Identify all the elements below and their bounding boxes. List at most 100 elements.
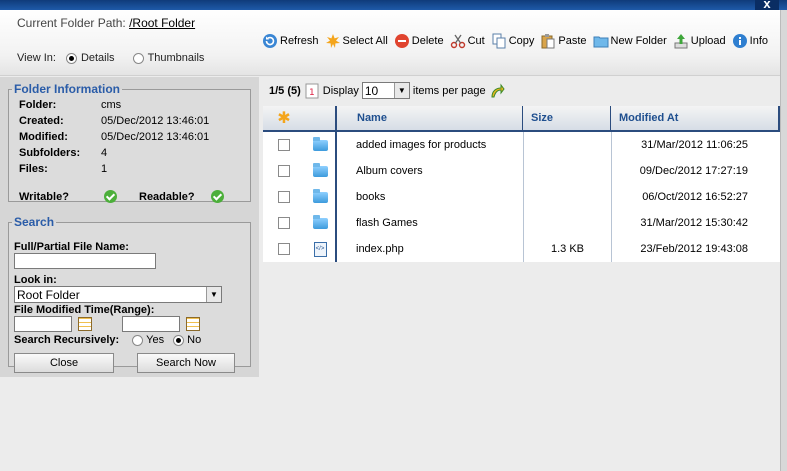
readable-label: Readable? [139, 190, 195, 203]
refresh-button[interactable]: Refresh [262, 33, 319, 49]
writable-label: Writable? [19, 190, 69, 203]
name-column-header[interactable]: Name [335, 106, 523, 130]
scissors-icon [450, 33, 466, 49]
row-checkbox[interactable] [278, 139, 290, 151]
grid-header: ✱ Name Size Modified At [263, 106, 780, 132]
view-details-label[interactable]: Details [81, 52, 115, 64]
window-right-border [780, 10, 787, 471]
info-key: Created: [19, 114, 64, 127]
path-link[interactable]: /Root Folder [129, 16, 195, 30]
first-page-icon[interactable]: 1 [304, 83, 320, 99]
row-size [523, 132, 611, 158]
info-key: Modified: [19, 130, 68, 143]
search-now-button[interactable]: Search Now [137, 353, 235, 373]
page-count: 1/5 (5) [269, 84, 301, 97]
delete-icon [394, 33, 410, 49]
info-key: Subfolders: [19, 146, 81, 159]
chevron-down-icon: ▼ [393, 83, 409, 98]
per-page-value: 10 [364, 83, 379, 98]
select-all-star-icon[interactable]: ✱ [277, 108, 290, 128]
modified-from-input[interactable] [14, 316, 72, 332]
info-value: 1 [101, 162, 108, 175]
row-size [523, 210, 611, 236]
folder-icon [312, 162, 328, 177]
row-modified: 31/Mar/2012 15:30:42 [611, 210, 780, 236]
window-title-bar: x [0, 0, 787, 11]
current-folder-path: Current Folder Path: /Root Folder [17, 16, 195, 30]
row-checkbox[interactable] [278, 243, 290, 255]
calendar-icon[interactable] [186, 317, 200, 331]
row-modified: 09/Dec/2012 17:27:19 [611, 158, 780, 184]
row-checkbox[interactable] [278, 165, 290, 177]
upload-icon [673, 33, 689, 49]
paste-button[interactable]: Paste [540, 33, 587, 49]
row-name[interactable]: added images for products [335, 132, 523, 158]
permissions-row: Writable? Readable? [19, 190, 239, 203]
row-modified: 23/Feb/2012 19:43:08 [611, 236, 780, 262]
display-label: Display [322, 84, 359, 97]
size-column-header[interactable]: Size [523, 106, 611, 130]
row-name[interactable]: flash Games [335, 210, 523, 236]
row-modified: 06/Oct/2012 16:52:27 [611, 184, 780, 210]
left-panel: Folder Information Folder: cms Created: 05… [0, 77, 259, 377]
info-button[interactable]: Info [732, 33, 768, 49]
table-row[interactable]: added images for products 31/Mar/2012 11… [263, 132, 780, 158]
row-size [523, 158, 611, 184]
modified-range-label: File Modified Time(Range): [14, 304, 155, 316]
view-in-label: View In: [17, 52, 56, 64]
table-row[interactable]: Album covers 09/Dec/2012 17:27:19 [263, 158, 780, 184]
view-thumbnails-label[interactable]: Thumbnails [148, 52, 205, 64]
look-in-label: Look in: [14, 274, 57, 286]
row-name[interactable]: books [335, 184, 523, 210]
row-checkbox[interactable] [278, 191, 290, 203]
info-value: 05/Dec/2012 13:46:01 [101, 114, 210, 127]
view-details-radio[interactable] [65, 52, 77, 64]
select-all-column[interactable]: ✱ [263, 106, 305, 130]
chevron-down-icon: ▼ [206, 287, 221, 302]
modified-to-input[interactable] [122, 316, 180, 332]
apply-arrow-icon[interactable] [489, 83, 505, 99]
info-key: Folder: [19, 98, 57, 111]
table-row[interactable]: </> index.php 1.3 KB 23/Feb/2012 19:43:0… [263, 236, 780, 262]
copy-icon [491, 33, 507, 49]
table-row[interactable]: books 06/Oct/2012 16:52:27 [263, 184, 780, 210]
info-value: 4 [101, 146, 108, 159]
recursive-yes-radio[interactable] [132, 334, 144, 346]
per-page-select[interactable]: 10 ▼ [361, 82, 410, 99]
modified-column-header[interactable]: Modified At [611, 106, 780, 130]
search-box: Search Full/Partial File Name: Look in: … [8, 215, 251, 373]
filename-label: Full/Partial File Name: [14, 241, 129, 253]
view-in-selector: View In: Details Thumbnails [17, 52, 204, 64]
close-button[interactable]: Close [14, 353, 114, 373]
recursive-yes-label[interactable]: Yes [146, 334, 164, 346]
pager: 1/5 (5) 1 Display 10 ▼ items per page [269, 82, 505, 99]
row-checkbox[interactable] [278, 217, 290, 229]
filename-input[interactable] [14, 253, 156, 269]
readable-check-icon [211, 190, 224, 203]
info-icon [732, 33, 748, 49]
paste-icon [540, 33, 556, 49]
folder-information-legend: Folder Information [14, 82, 120, 96]
info-value: 05/Dec/2012 13:46:01 [101, 130, 210, 143]
folder-icon [312, 214, 328, 229]
recursive-no-radio[interactable] [173, 334, 185, 346]
recursive-row: Search Recursively: Yes No [14, 334, 249, 346]
recursive-label: Search Recursively: [14, 334, 120, 346]
delete-button[interactable]: Delete [394, 33, 444, 49]
select-all-button[interactable]: Select All [325, 33, 388, 49]
new-folder-button[interactable]: New Folder [593, 33, 667, 49]
row-name[interactable]: Album covers [335, 158, 523, 184]
view-thumbnails-radio[interactable] [132, 52, 144, 64]
new-folder-icon [593, 33, 609, 49]
copy-button[interactable]: Copy [491, 33, 534, 49]
select-all-icon [325, 33, 341, 49]
calendar-icon[interactable] [78, 317, 92, 331]
info-value: cms [101, 98, 122, 111]
svg-text:1: 1 [309, 88, 315, 98]
upload-button[interactable]: Upload [673, 33, 726, 49]
look-in-select[interactable]: Root Folder ▼ [14, 286, 222, 303]
cut-button[interactable]: Cut [450, 33, 485, 49]
row-name[interactable]: index.php [335, 236, 523, 262]
table-row[interactable]: flash Games 31/Mar/2012 15:30:42 [263, 210, 780, 236]
recursive-no-label[interactable]: No [187, 334, 201, 346]
